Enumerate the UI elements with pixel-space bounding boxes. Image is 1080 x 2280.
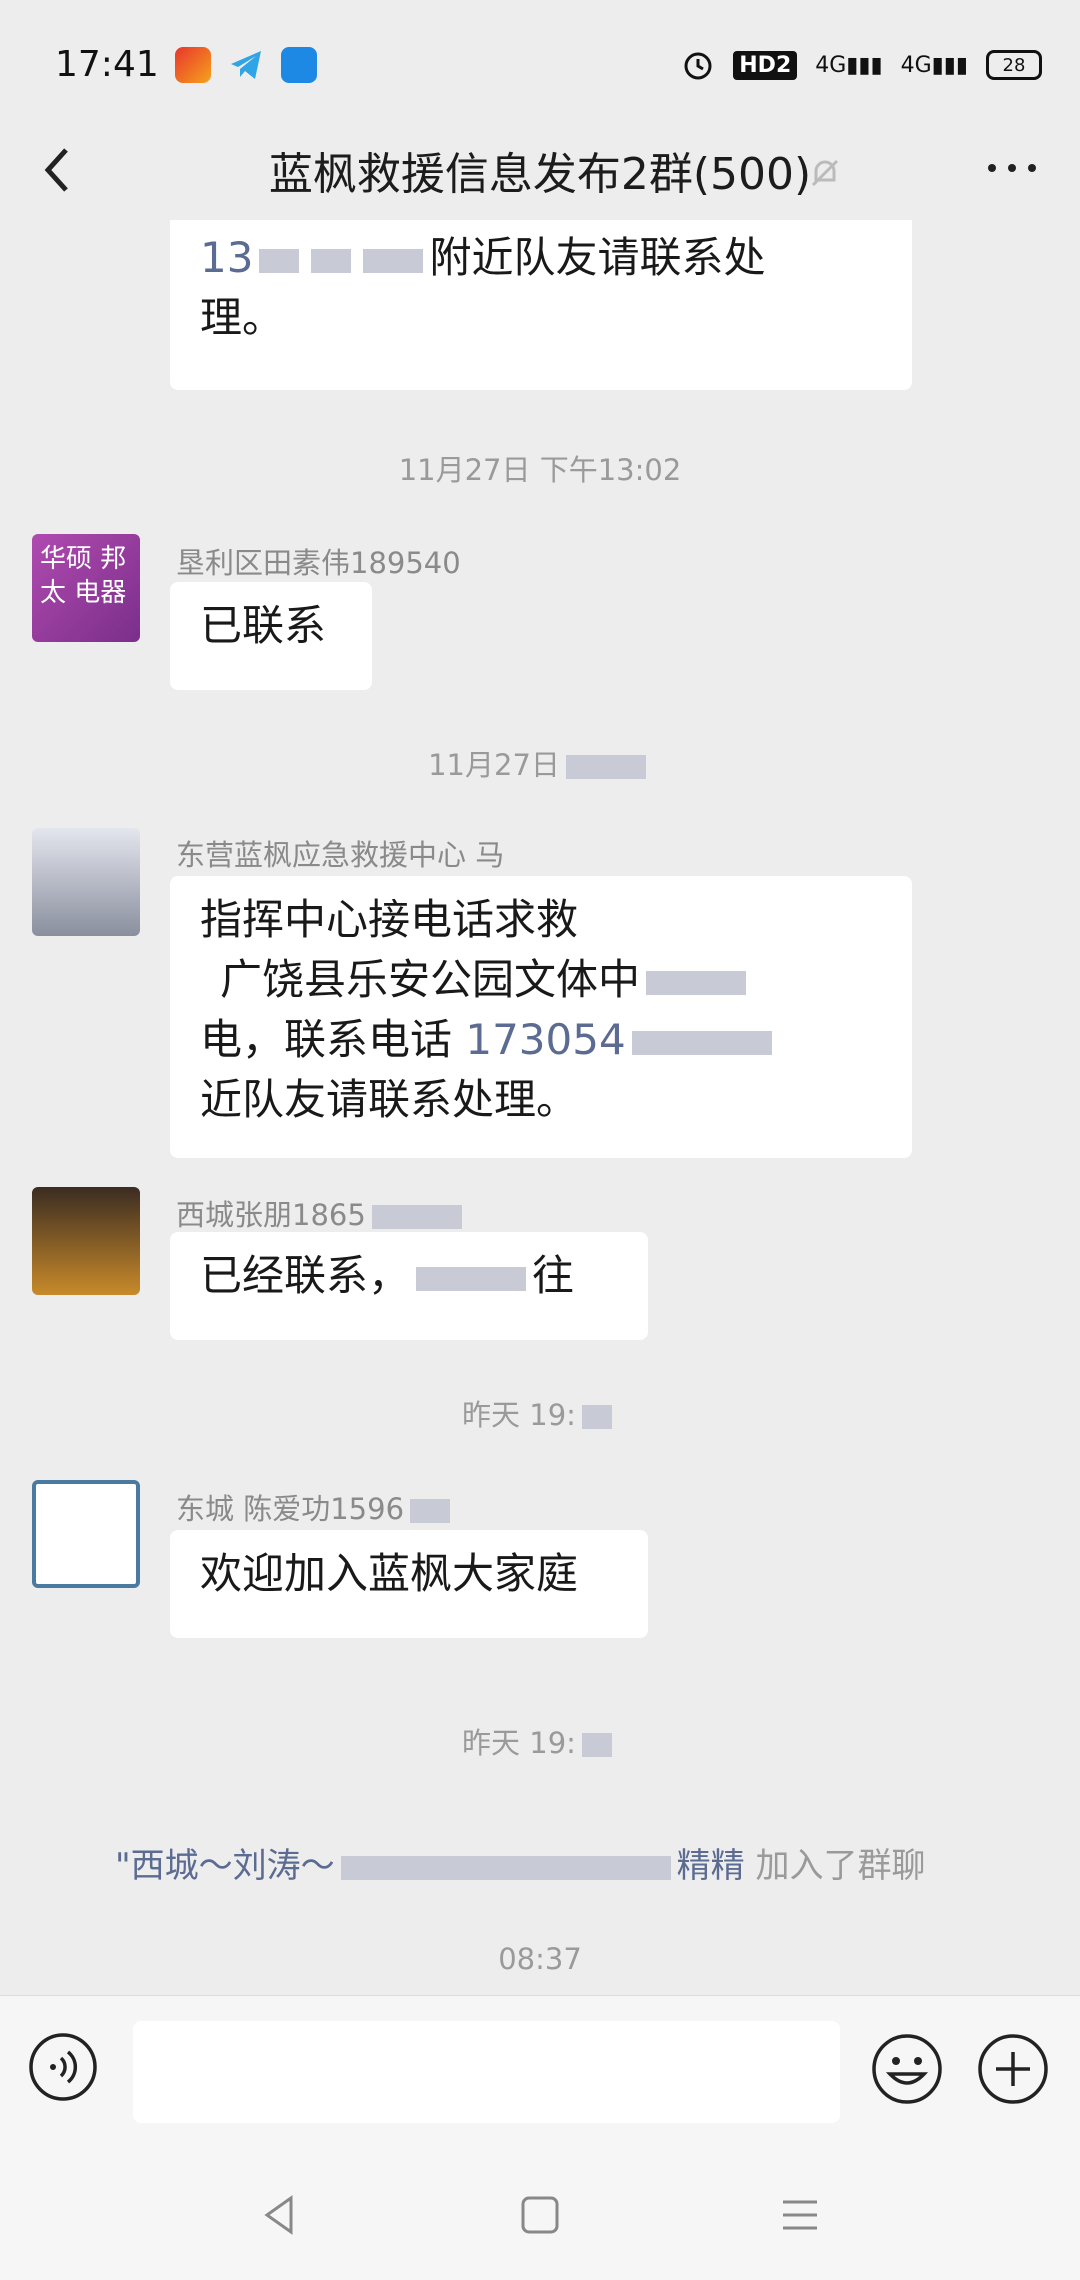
battery-icon: 28 [986, 50, 1042, 80]
avatar[interactable] [32, 1187, 140, 1295]
redacted-block [363, 248, 424, 273]
chat-header: 蓝枫救援信息发布2群(500) [0, 120, 1080, 220]
member-name-link[interactable]: "西城～刘涛～ [115, 1846, 335, 1886]
message-bubble[interactable]: 已联系 [170, 582, 372, 690]
message-bubble[interactable]: 指挥中心接电话求救 广饶县乐安公园文体中 电，联系电话 173054 近队友请联… [170, 876, 912, 1158]
redacted-block [646, 970, 747, 995]
message-text: 电，联系电话 [200, 1015, 466, 1064]
status-indicators: HD2 4G▮▮▮ 4G▮▮▮ 28 [681, 48, 1042, 82]
mute-bell-icon [811, 159, 839, 187]
sender-name: 垦利区田素伟189540 [176, 546, 461, 580]
app-notification-icon [175, 47, 211, 83]
timestamp: 11月27日 下午13:02 [398, 453, 682, 487]
emoji-icon[interactable] [870, 2032, 944, 2106]
message-text: 已经联系， [200, 1251, 411, 1300]
timestamp: 昨天 19: [0, 1720, 1080, 1762]
avatar[interactable] [32, 1480, 140, 1588]
timestamp-text: 昨天 19: [462, 1726, 576, 1760]
avatar[interactable] [32, 828, 140, 936]
redacted-block [410, 1499, 451, 1523]
net-label-2: 4G [900, 52, 932, 78]
more-options-icon[interactable] [982, 148, 1042, 188]
nav-home-square-icon[interactable] [515, 2190, 565, 2240]
message-line: 理。 [200, 293, 285, 342]
timestamp: 08:37 [498, 1942, 582, 1976]
nav-menu-icon[interactable] [775, 2190, 825, 2240]
avatar[interactable]: 华硕 邦太 电器 [32, 534, 140, 642]
status-bar: 17:41 HD2 4G▮▮▮ 4G▮▮▮ 28 [0, 0, 1080, 130]
redacted-block [416, 1266, 527, 1291]
sender-name: 东城 陈爱功1596 [176, 1486, 456, 1528]
member-name-link[interactable]: 精精 [677, 1846, 745, 1886]
sender-name: 西城张朋1865 [176, 1192, 468, 1234]
phone-number-link[interactable]: 173054 [465, 1015, 625, 1064]
message-line: 近队友请联系处理。 [200, 1075, 579, 1124]
redacted-block [311, 248, 352, 273]
telegram-icon [231, 51, 261, 79]
message-text: 往 [532, 1251, 575, 1300]
message-line: 电，联系电话 173054 [200, 1010, 882, 1070]
timestamp-text: 昨天 19: [462, 1398, 576, 1432]
timestamp-text: 11月27日 [428, 748, 560, 782]
redacted-block [581, 1405, 612, 1429]
timestamp: 昨天 19: [0, 1392, 1080, 1434]
message-text: 欢迎加入蓝枫大家庭 [200, 1549, 579, 1598]
chat-title: 蓝枫救援信息发布2群(500) [268, 149, 812, 200]
message-line: 广饶县乐安公园文体中 [200, 950, 882, 1010]
android-app-icon [281, 47, 317, 83]
message-text: 广饶县乐安公园文体中 [220, 955, 641, 1004]
redacted-block [581, 1733, 612, 1757]
redacted-block [259, 248, 300, 273]
phone-number-link[interactable]: 13 [200, 233, 253, 282]
redacted-block [371, 1205, 462, 1229]
message-bubble-partial[interactable]: 13 附近队友请联系处 理。 [170, 220, 912, 390]
redacted-block [631, 1030, 772, 1055]
sender-name-text: 西城张朋1865 [176, 1198, 366, 1232]
add-attachment-icon[interactable] [976, 2032, 1050, 2106]
message-line: 指挥中心接电话求救 [200, 895, 579, 944]
avatar-logo-text: 华硕 邦太 电器 [40, 544, 127, 608]
system-join-notice: "西城～刘涛～ 精精 加入了群聊 [115, 1838, 925, 1887]
signal-4g-1: 4G▮▮▮ [815, 52, 883, 78]
nav-back-triangle-icon[interactable] [255, 2190, 305, 2240]
message-text: 附近队友请联系处 [429, 233, 766, 282]
hd-badge: HD2 [733, 50, 798, 80]
message-bubble[interactable]: 欢迎加入蓝枫大家庭 [170, 1530, 648, 1638]
status-time: 17:41 [55, 44, 159, 85]
redacted-block [565, 755, 646, 779]
signal-4g-2: 4G▮▮▮ [900, 52, 968, 78]
net-label-1: 4G [815, 52, 847, 78]
message-input-bar [0, 1995, 1080, 2151]
sender-name-text: 东城 陈爱功1596 [176, 1492, 405, 1526]
redacted-block [340, 1855, 671, 1880]
voice-input-icon[interactable] [28, 2032, 98, 2102]
system-nav-bar [0, 2150, 1080, 2280]
chat-message-list[interactable]: 13 附近队友请联系处 理。 11月27日 下午13:02 华硕 邦太 电器 垦利… [0, 220, 1080, 1995]
alarm-icon [684, 52, 712, 80]
message-bubble[interactable]: 已经联系， 往 [170, 1232, 648, 1340]
timestamp: 11月27日 [0, 742, 1080, 784]
message-text: 已联系 [200, 601, 327, 650]
system-text: 加入了群聊 [744, 1846, 926, 1886]
message-text-input[interactable] [133, 2021, 840, 2123]
sender-name: 东营蓝枫应急救援中心 马 [176, 838, 505, 872]
message-line: 13 附近队友请联系处 [200, 228, 882, 288]
